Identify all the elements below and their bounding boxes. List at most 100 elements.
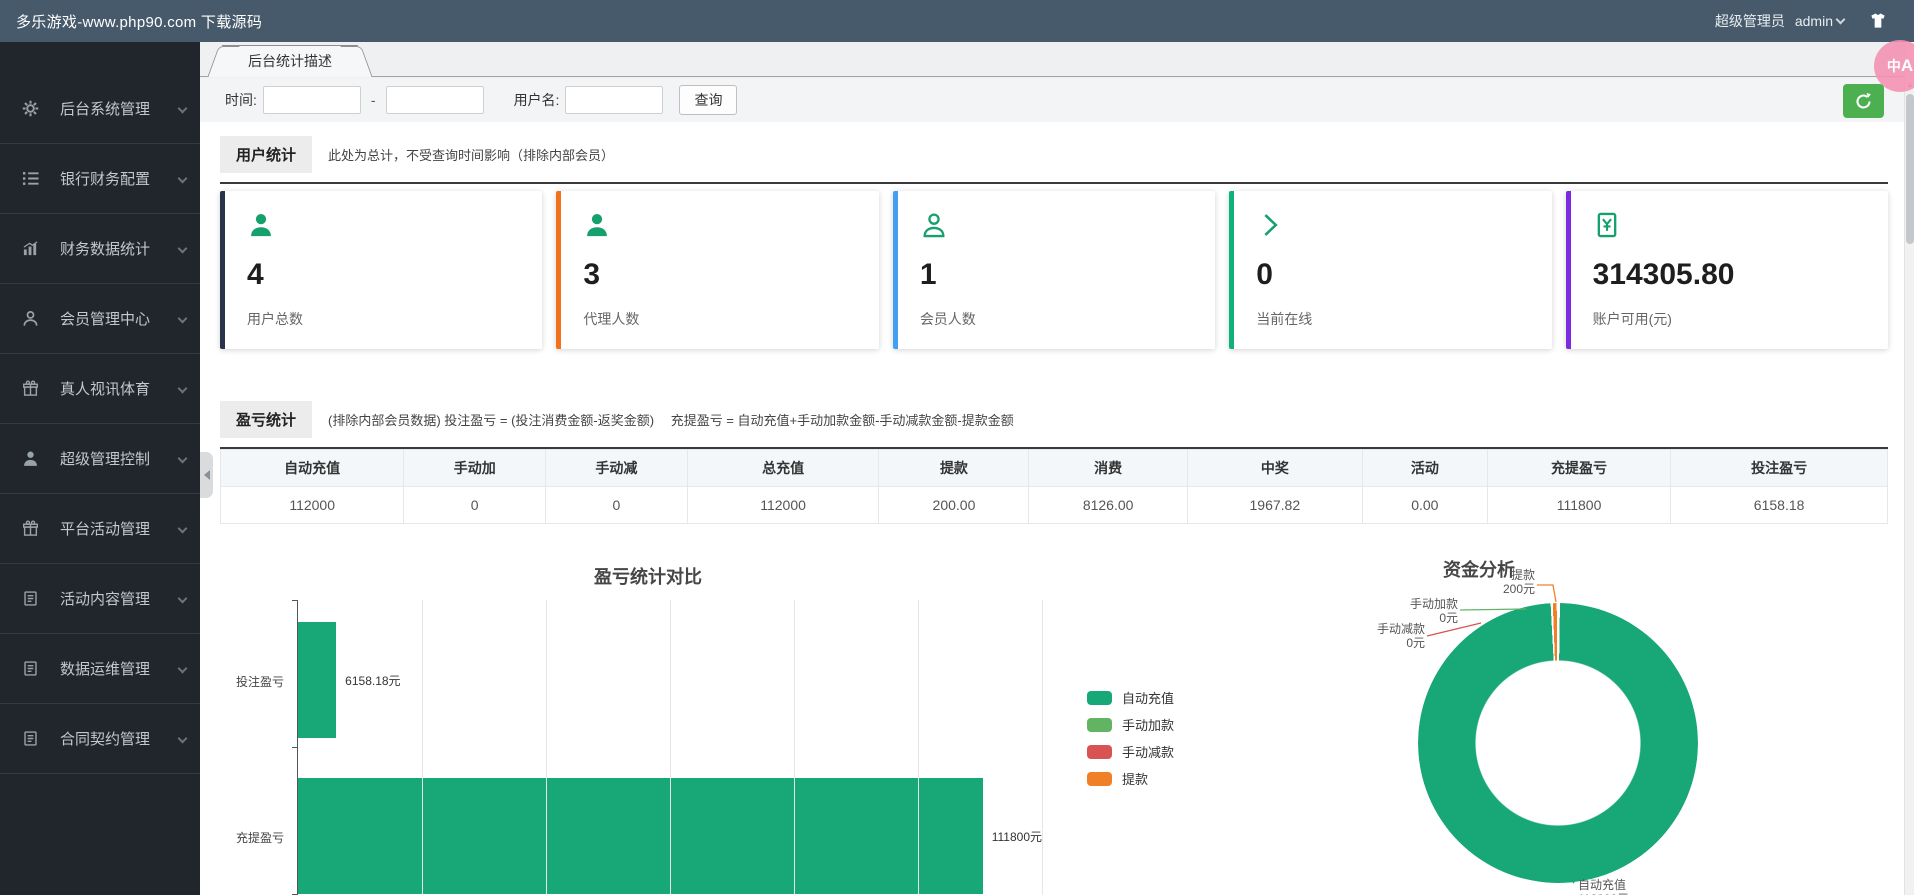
- legend-item-manual-add[interactable]: 手动加款: [1087, 711, 1174, 738]
- y-category-label: 充提盈亏: [214, 829, 284, 846]
- grid-line: [422, 600, 423, 895]
- stat-card-balance: 314305.80 账户可用(元): [1566, 191, 1888, 349]
- scrollbar[interactable]: ▲: [1904, 42, 1914, 895]
- gear-icon: [22, 100, 46, 117]
- sidebar-item-system[interactable]: 后台系统管理: [0, 74, 200, 144]
- sidebar-item-label: 财务数据统计: [60, 238, 150, 259]
- sidebar-item-members[interactable]: 会员管理中心: [0, 284, 200, 354]
- document-icon: [22, 590, 46, 607]
- chevron-down-icon: [178, 314, 188, 324]
- pie-label-manual-subtract: 手动减款0元: [1325, 622, 1425, 650]
- stat-label: 当前在线: [1256, 309, 1551, 329]
- profit-cell: 0.00: [1362, 487, 1487, 524]
- search-button[interactable]: 查询: [679, 85, 737, 115]
- topbar: 多乐游戏-www.php90.com 下载源码 超级管理员 admin: [0, 0, 1914, 42]
- bar-chart-title: 盈亏统计对比: [594, 563, 702, 589]
- y-category-label: 投注盈亏: [214, 673, 284, 690]
- user-menu[interactable]: admin: [1795, 13, 1844, 29]
- money-icon: [1593, 226, 1621, 243]
- profit-cell: 8126.00: [1029, 487, 1187, 524]
- sidebar-item-activity-content[interactable]: 活动内容管理: [0, 564, 200, 634]
- theme-shirt-icon[interactable]: [1868, 11, 1888, 31]
- user-stats-badge: 用户统计: [220, 136, 312, 173]
- legend-swatch: [1087, 772, 1112, 786]
- tab-bar: 后台统计描述: [200, 42, 1914, 77]
- sidebar-item-bank[interactable]: 银行财务配置: [0, 144, 200, 214]
- sidebar-item-label: 活动内容管理: [60, 588, 150, 609]
- stat-label: 代理人数: [583, 309, 878, 329]
- legend-item-auto-deposit[interactable]: 自动充值: [1087, 684, 1174, 711]
- stat-value: 314305.80: [1593, 258, 1888, 292]
- document-icon: [22, 660, 46, 677]
- pie-label-auto-deposit: 自动充值112000元: [1578, 878, 1629, 895]
- sidebar: 后台系统管理 银行财务配置 财务数据统计 会员管理中心 真人视讯体育 超级管理控…: [0, 42, 200, 895]
- profit-column-header: 中奖: [1187, 450, 1362, 487]
- profit-stats-badge: 盈亏统计: [220, 401, 312, 438]
- sidebar-item-contracts[interactable]: 合同契约管理: [0, 704, 200, 774]
- stat-value: 4: [247, 258, 542, 292]
- gift-icon: [22, 380, 46, 397]
- profit-column-header: 提款: [879, 450, 1029, 487]
- sidebar-item-label: 真人视讯体育: [60, 378, 150, 399]
- gift-icon: [22, 520, 46, 537]
- pie-label-manual-add: 手动加款0元: [1358, 597, 1458, 625]
- sidebar-item-platform-activities[interactable]: 平台活动管理: [0, 494, 200, 564]
- chevron-down-icon: [178, 104, 188, 114]
- stat-card-agents: 3 代理人数: [556, 191, 878, 349]
- time-to-input[interactable]: [386, 86, 484, 114]
- bar-chart-icon: [22, 240, 46, 257]
- stat-cards-row: 4 用户总数 3 代理人数 1 会员人数 0 当前在线 314305.80 账户…: [220, 191, 1888, 349]
- sidebar-item-live-sports[interactable]: 真人视讯体育: [0, 354, 200, 424]
- sidebar-item-label: 数据运维管理: [60, 658, 150, 679]
- grid-line: [546, 600, 547, 895]
- sidebar-collapse-handle[interactable]: [200, 452, 213, 498]
- profit-table-data-row: 11200000112000200.008126.001967.820.0011…: [221, 487, 1888, 524]
- profit-column-header: 总充值: [687, 450, 879, 487]
- time-from-input[interactable]: [263, 86, 361, 114]
- stat-card-total-users: 4 用户总数: [220, 191, 542, 349]
- user-filled-icon: [22, 450, 46, 467]
- sidebar-item-super-admin[interactable]: 超级管理控制: [0, 424, 200, 494]
- chevron-down-icon: [178, 384, 188, 394]
- y-axis-tick: [292, 747, 298, 748]
- profit-column-header: 消费: [1029, 450, 1187, 487]
- legend-item-manual-subtract[interactable]: 手动减款: [1087, 738, 1174, 765]
- sidebar-item-label: 合同契约管理: [60, 728, 150, 749]
- stat-card-members: 1 会员人数: [893, 191, 1215, 349]
- refresh-button[interactable]: [1843, 84, 1884, 118]
- user-stats-note: 此处为总计，不受查询时间影响（排除内部会员）: [328, 145, 614, 164]
- tab-dashboard[interactable]: 后台统计描述: [222, 45, 358, 77]
- time-label: 时间:: [225, 90, 257, 110]
- profit-cell: 112000: [687, 487, 879, 524]
- grid-line: [670, 600, 671, 895]
- stat-label: 会员人数: [920, 309, 1215, 329]
- range-separator: -: [371, 92, 376, 108]
- chevron-down-icon: [178, 734, 188, 744]
- sidebar-item-label: 后台系统管理: [60, 98, 150, 119]
- scrollbar-thumb[interactable]: [1906, 94, 1914, 244]
- profit-cell: 1967.82: [1187, 487, 1362, 524]
- profit-stats-header: 盈亏统计 (排除内部会员数据) 投注盈亏 = (投注消费金额-返奖金额) 充提盈…: [220, 401, 1888, 449]
- grid-line: [918, 600, 919, 895]
- profit-cell: 6158.18: [1671, 487, 1888, 524]
- user-filled-icon: [247, 226, 275, 243]
- chevron-down-icon: [178, 244, 188, 254]
- user-role-label: 超级管理员: [1715, 11, 1785, 31]
- username-input[interactable]: [565, 86, 663, 114]
- sidebar-item-data-ops[interactable]: 数据运维管理: [0, 634, 200, 704]
- user-stats-header: 用户统计 此处为总计，不受查询时间影响（排除内部会员）: [220, 136, 1888, 184]
- stat-value: 0: [1256, 258, 1551, 292]
- user-outline-icon: [920, 226, 948, 243]
- profit-column-header: 充提盈亏: [1487, 450, 1670, 487]
- stat-value: 3: [583, 258, 878, 292]
- stat-label: 用户总数: [247, 309, 542, 329]
- profit-cell: 200.00: [879, 487, 1029, 524]
- username-label: 用户名:: [514, 90, 560, 110]
- chevron-left-icon: [204, 470, 210, 480]
- app-title: 多乐游戏-www.php90.com 下载源码: [16, 11, 262, 32]
- sidebar-item-finance-stats[interactable]: 财务数据统计: [0, 214, 200, 284]
- chevron-right-icon: [1256, 226, 1284, 243]
- legend-item-withdraw[interactable]: 提款: [1087, 765, 1174, 792]
- chevron-down-icon: [178, 524, 188, 534]
- main-panel: 用户统计 此处为总计，不受查询时间影响（排除内部会员） 4 用户总数 3 代理人…: [200, 122, 1914, 895]
